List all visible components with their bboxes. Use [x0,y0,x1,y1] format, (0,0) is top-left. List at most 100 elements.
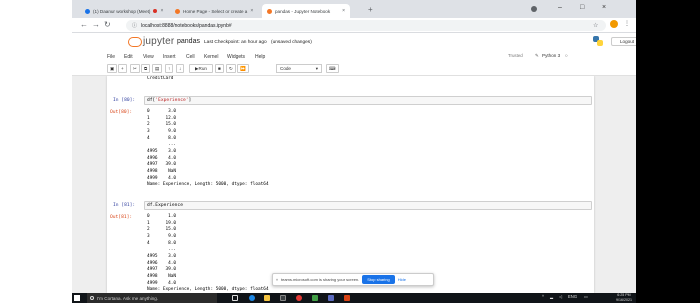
chevron-down-icon: ▾ [315,66,318,71]
paste-icon[interactable]: ▤ [152,64,163,73]
move-down-icon[interactable]: ↓ [176,64,185,73]
browser-window: (1) Daanur workshop (Meet) × Home Page -… [72,0,636,303]
tab-home-page[interactable]: Home Page - Select or create a × [170,4,258,18]
save-icon[interactable]: ▣ [107,64,118,73]
restart-run-all-icon[interactable]: ⏩ [237,64,249,73]
hide-share-bar-button[interactable]: Hide [398,277,406,282]
notebook-area[interactable]: CreditCard In [80]: df['Experience'] Out… [72,76,636,293]
new-tab-icon[interactable]: + [368,5,373,14]
cortana-circle-icon [90,296,94,300]
jupyter-favicon-icon [175,8,180,14]
tray-chevron-icon[interactable]: ^ [542,294,544,299]
url-text: localhost:8888/notebooks/pandas.ipynb# [141,22,232,29]
teams-icon[interactable] [328,295,334,301]
browser-profile-icon[interactable] [531,6,537,12]
more-menu-icon[interactable]: ⋮ [624,20,630,27]
close-tab-icon[interactable]: × [160,8,163,14]
menu-file[interactable]: File [107,54,115,60]
menu-view[interactable]: View [143,54,154,60]
cut-icon[interactable]: ✂ [130,64,140,73]
file-explorer-icon[interactable] [264,295,270,301]
command-palette-icon[interactable]: ⌨ [326,64,339,73]
reload-icon[interactable]: ↻ [104,20,111,29]
maximize-icon[interactable]: □ [580,4,584,11]
menu-cell[interactable]: Cell [186,54,195,60]
tab-home-title: Home Page - Select or create a [183,8,248,14]
menu-edit[interactable]: Edit [124,54,133,60]
menu-help[interactable]: Help [255,54,265,60]
python-logo-icon [593,36,603,46]
task-view-icon[interactable] [232,295,238,301]
tab-strip: (1) Daanur workshop (Meet) × Home Page -… [72,0,636,18]
kernel-indicator[interactable]: Python 3 [542,53,560,58]
jupyter-logo[interactable]: jupyter [128,36,174,47]
menu-widgets[interactable]: Widgets [227,54,245,60]
menu-kernel[interactable]: Kernel [204,54,218,60]
code-cell-81[interactable]: df.Experience [144,201,592,210]
url-input[interactable]: ⓘ localhost:8888/notebooks/pandas.ipynb# [126,20,606,31]
run-label: Run [198,66,207,71]
bookmark-star-icon[interactable]: ☆ [593,22,598,29]
edit-mode-pencil-icon: ✎ [535,53,539,58]
back-icon[interactable]: ← [80,20,88,29]
volume-icon[interactable]: ◁ [559,294,562,299]
checkpoint-status: Last Checkpoint: an hour ago [204,39,267,45]
previous-output-tail: CreditCard [147,76,174,81]
minimize-icon[interactable]: – [558,4,562,11]
move-up-icon[interactable]: ↑ [165,64,174,73]
close-window-icon[interactable]: × [602,4,606,11]
output-81: 0 1.0 1 19.0 2 15.0 3 9.0 4 8.0 ... 4995… [147,214,269,293]
out-prompt-80: Out[80]: [110,110,133,115]
left-margin [0,0,72,303]
clock-time: 6:25 PM [617,293,631,297]
action-center-icon[interactable]: ▭ [584,294,588,299]
in-prompt-81: In [81]: [113,203,136,208]
insert-cell-icon[interactable]: + [118,64,127,73]
chrome-icon[interactable] [296,295,302,301]
tab-meet[interactable]: (1) Daanur workshop (Meet) × [80,4,168,18]
jupyter-favicon-icon [267,8,272,14]
tab-pandas[interactable]: pandas - Jupyter Notebook × [262,4,350,18]
cell-type-select[interactable]: Code ▾ [276,64,322,73]
cell-type-value: Code [280,66,291,71]
restart-icon[interactable]: ↻ [226,64,236,73]
code-80-string: 'Experience' [155,98,189,103]
jupyter-logo-icon [128,37,142,47]
meet-favicon-icon [85,8,90,14]
notebook-toolbar: ▣ + ✂ ⧉ ▤ ↑ ↓ ▶ Run ■ ↻ ⏩ [72,63,636,75]
interrupt-icon[interactable]: ■ [215,64,224,73]
forward-icon[interactable]: → [92,20,100,29]
store-icon[interactable] [280,295,286,301]
language-indicator[interactable]: ENG [568,294,577,299]
close-tab-icon[interactable]: × [250,8,253,14]
excel-icon[interactable] [312,295,318,301]
taskbar-clock[interactable]: 6:25 PM 9/16/2021 [616,293,632,302]
copy-icon[interactable]: ⧉ [141,64,151,73]
account-avatar-icon[interactable] [610,20,618,28]
network-icon[interactable]: ▂ [550,294,553,299]
cortana-search-box[interactable]: I'm Cortana. Ask me anything. [87,293,217,303]
screen-share-bar: ⏸ teams.microsoft.com is sharing your sc… [272,273,434,286]
code-cell-80[interactable]: df['Experience'] [144,96,592,105]
run-button[interactable]: ▶ Run [189,64,213,73]
share-info-icon: ⏸ [276,277,278,282]
close-tab-icon[interactable]: × [342,8,345,14]
logout-button[interactable]: Logout [611,37,636,46]
powerpoint-icon[interactable] [344,295,350,301]
trusted-indicator[interactable]: Trusted [508,53,523,58]
menu-insert[interactable]: Insert [163,54,176,60]
site-info-icon[interactable]: ⓘ [132,22,137,29]
share-message: teams.microsoft.com is sharing your scre… [281,277,360,282]
out-prompt-81: Out[81]: [110,215,133,220]
code-80-prefix: df[ [147,98,156,103]
tab-meet-title: (1) Daanur workshop (Meet) [93,8,151,14]
jupyter-logo-text: jupyter [143,36,175,47]
recording-dot-icon [153,9,158,13]
code-80-suffix: ] [188,98,192,103]
stop-sharing-button[interactable]: Stop sharing [362,275,395,284]
windows-start-icon[interactable] [74,295,80,301]
edge-browser-icon[interactable] [249,295,255,301]
windows-taskbar: I'm Cortana. Ask me anything. ^ ▂ ◁ ENG … [72,293,636,303]
code-81-text: df.Experience [147,203,183,208]
notebook-name[interactable]: pandas [177,38,200,45]
